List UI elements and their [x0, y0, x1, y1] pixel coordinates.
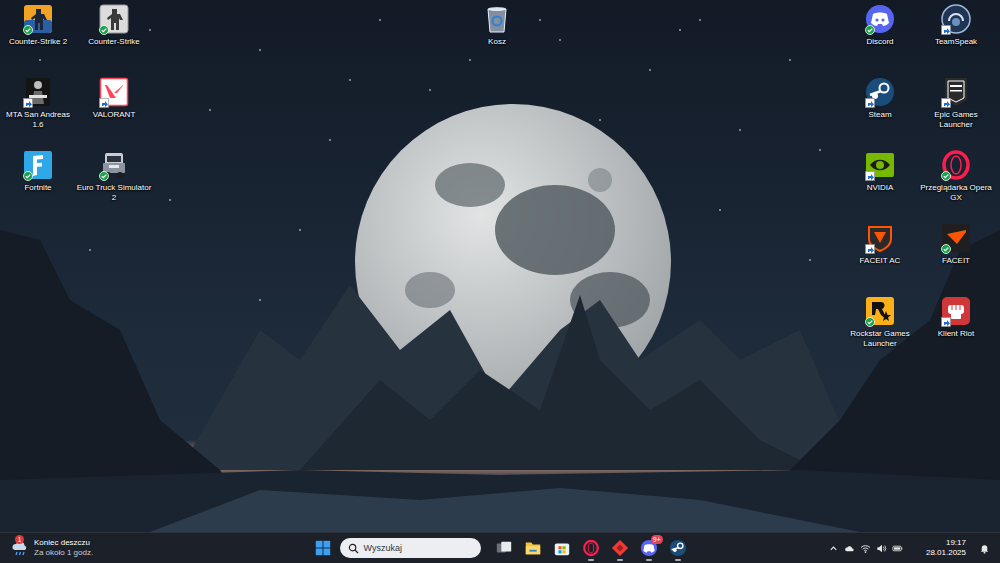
desktop-icon-label: VALORANT	[76, 110, 152, 120]
desktop-icon[interactable]: Kosz	[459, 0, 535, 73]
desktop-icon-label: Fortnite	[0, 183, 76, 193]
weather-widget[interactable]: 1 Koniec deszczu Za około 1 godz.	[10, 538, 93, 558]
sync-check-icon	[23, 171, 33, 181]
search-box[interactable]: Wyszukaj	[340, 538, 481, 558]
clock-time: 19:17	[946, 538, 966, 548]
running-indicator	[617, 559, 623, 561]
clock-date: 28.01.2025	[926, 548, 966, 558]
notification-bell-icon[interactable]	[979, 543, 990, 554]
desktop-icon-label: TeamSpeak	[918, 37, 994, 47]
taskbar: 1 Koniec deszczu Za około 1 godz. Wyszuk…	[0, 532, 1000, 563]
desktop-icon-label: Counter-Strike	[76, 37, 152, 47]
shortcut-arrow-icon	[941, 25, 951, 35]
desktop-icon-label: Epic Games Launcher	[918, 110, 994, 130]
desktop-icon[interactable]: Steam	[842, 73, 918, 146]
desktop-icon[interactable]: Euro Truck Simulator 2	[76, 146, 152, 219]
running-indicator	[646, 559, 652, 561]
desktop-icon[interactable]: Epic Games Launcher	[918, 73, 994, 146]
shortcut-arrow-icon	[941, 98, 951, 108]
desktop-icon-label: Steam	[842, 110, 918, 120]
file-explorer-icon	[524, 539, 542, 557]
magnifier-icon	[348, 543, 359, 554]
running-indicator	[588, 559, 594, 561]
desktop-icon-label: NVIDIA	[842, 183, 918, 193]
taskbar-app[interactable]: 9+	[637, 535, 661, 561]
sync-check-icon	[99, 25, 109, 35]
desktop-icon[interactable]: NVIDIA	[842, 146, 918, 219]
desktop-icon-label: Przeglądarka Opera GX	[918, 183, 994, 203]
onedrive-cloud-icon[interactable]	[844, 543, 855, 554]
desktop-icon[interactable]: Fortnite	[0, 146, 76, 219]
notification-badge: 1	[15, 535, 24, 544]
desktop-icon-label: Counter-Strike 2	[0, 37, 76, 47]
running-indicator	[675, 559, 681, 561]
shortcut-arrow-icon	[865, 171, 875, 181]
taskbar-app[interactable]	[579, 535, 603, 561]
wifi-icon[interactable]	[860, 543, 871, 554]
shortcut-arrow-icon	[941, 317, 951, 327]
desktop-icon[interactable]: Przeglądarka Opera GX	[918, 146, 994, 219]
shortcut-arrow-icon	[23, 98, 33, 108]
battery-icon[interactable]	[892, 543, 903, 554]
steam-icon	[669, 539, 687, 557]
windows-desktop: Counter-Strike 2 Counter-Strike MTA San …	[0, 0, 1000, 563]
red-diamond-app-icon	[611, 539, 629, 557]
show-hidden-icons-chevron-icon[interactable]	[828, 543, 839, 554]
desktop-icon-label: FACEIT AC	[842, 256, 918, 266]
desktop-icon[interactable]: MTA San Andreas 1.6	[0, 73, 76, 146]
shortcut-arrow-icon	[865, 244, 875, 254]
shortcut-arrow-icon	[99, 98, 109, 108]
taskbar-app[interactable]	[666, 535, 690, 561]
sync-check-icon	[941, 171, 951, 181]
desktop-icon[interactable]: FACEIT AC	[842, 219, 918, 292]
microsoft-store-icon	[553, 539, 571, 557]
desktop-icon[interactable]: Klient Riot	[918, 292, 994, 365]
desktop-icon-label: Euro Truck Simulator 2	[76, 183, 152, 203]
taskbar-app[interactable]	[608, 535, 632, 561]
desktop-icon[interactable]: Counter-Strike	[76, 0, 152, 73]
left-icon-grid: Counter-Strike 2 Counter-Strike MTA San …	[0, 0, 152, 219]
desktop-area: Counter-Strike 2 Counter-Strike MTA San …	[0, 0, 1000, 532]
start-button[interactable]	[311, 535, 335, 561]
taskbar-app[interactable]	[550, 535, 574, 561]
desktop-icon[interactable]: Counter-Strike 2	[0, 0, 76, 73]
sync-check-icon	[941, 244, 951, 254]
sync-check-icon	[23, 25, 33, 35]
speaker-icon[interactable]	[876, 543, 887, 554]
recycle-bin-icon	[482, 4, 512, 34]
notification-badge: 9+	[651, 535, 662, 544]
opera-gx-icon	[582, 539, 600, 557]
sync-check-icon	[865, 317, 875, 327]
sync-check-icon	[865, 25, 875, 35]
desktop-icon[interactable]: FACEIT	[918, 219, 994, 292]
search-placeholder: Wyszukaj	[364, 543, 402, 553]
desktop-icon-label: MTA San Andreas 1.6	[0, 110, 76, 130]
desktop-icon[interactable]: Discord	[842, 0, 918, 73]
taskbar-app[interactable]	[492, 535, 516, 561]
desktop-icon-label: Rockstar Games Launcher	[842, 329, 918, 349]
desktop-icon[interactable]: Rockstar Games Launcher	[842, 292, 918, 365]
center-icon-grid: Kosz	[459, 0, 535, 73]
desktop-icon[interactable]: VALORANT	[76, 73, 152, 146]
taskbar-app[interactable]	[521, 535, 545, 561]
desktop-icon-label: FACEIT	[918, 256, 994, 266]
shortcut-arrow-icon	[865, 98, 875, 108]
wallpaper-moon-landscape	[0, 0, 1000, 532]
sync-check-icon	[99, 171, 109, 181]
weather-subtitle: Za około 1 godz.	[34, 548, 93, 558]
windows-logo-icon	[314, 539, 332, 557]
desktop-icon[interactable]: TeamSpeak	[918, 0, 994, 73]
clock[interactable]: 19:17 28.01.2025	[926, 538, 966, 558]
right-icon-grid: Discord TeamSpeak Steam Epic Games Launc…	[842, 0, 994, 365]
desktop-icon-label: Kosz	[459, 37, 535, 47]
desktop-icon-label: Discord	[842, 37, 918, 47]
weather-title: Koniec deszczu	[34, 538, 93, 548]
desktop-icon-label: Klient Riot	[918, 329, 994, 339]
task-view-icon	[495, 539, 513, 557]
